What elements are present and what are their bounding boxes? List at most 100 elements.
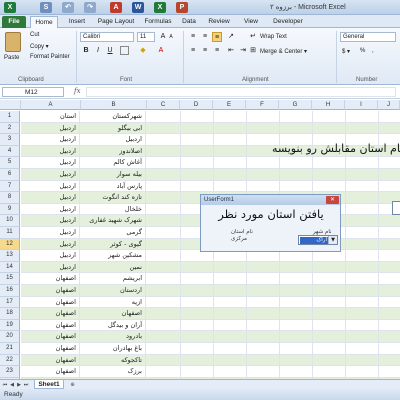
cut-button[interactable]: Cut (30, 32, 39, 38)
column-header[interactable]: H (312, 100, 345, 110)
tab-page-layout[interactable]: Page Layout (94, 16, 138, 28)
excel-app-icon[interactable]: X (154, 2, 166, 13)
row-header[interactable]: 19 (0, 319, 20, 332)
row-header[interactable]: 20 (0, 331, 20, 343)
column-header[interactable]: A (21, 100, 81, 110)
row-header[interactable]: 12 (0, 238, 20, 251)
cell-province[interactable]: اردبیل (21, 122, 80, 134)
save-icon[interactable]: S (40, 2, 52, 13)
insert-sheet-icon[interactable]: ⊕ (68, 381, 77, 389)
undo-icon[interactable]: ↶ (62, 2, 74, 13)
align-left-icon[interactable]: ≡ (188, 46, 198, 56)
cell-city[interactable]: برزک (81, 366, 146, 377)
copy-button[interactable]: Copy ▾ (30, 43, 49, 50)
cell-province[interactable]: اصفهان (21, 354, 80, 366)
shrink-font-button[interactable]: A (166, 32, 176, 42)
row-header[interactable]: 13 (0, 250, 20, 262)
row-header[interactable]: 1 (0, 111, 20, 123)
column-header[interactable]: B (81, 100, 147, 110)
cell-city[interactable]: شهرکستان (81, 111, 146, 122)
cell-province[interactable]: اصفهان (21, 308, 80, 319)
cell-city[interactable]: ازیه (81, 296, 146, 308)
cell-province[interactable]: استان (21, 111, 80, 122)
chevron-down-icon[interactable]: ▼ (328, 236, 337, 244)
row-header[interactable]: 18 (0, 308, 20, 320)
city-combobox[interactable]: اراک ▼ (298, 235, 338, 245)
row-header[interactable]: 14 (0, 261, 20, 274)
column-header[interactable]: C (147, 100, 180, 110)
tab-sheet1[interactable]: Sheet1 (34, 380, 64, 389)
excel-icon[interactable]: X (4, 2, 16, 13)
font-color-icon[interactable]: A (156, 46, 166, 56)
paste-icon[interactable] (5, 32, 21, 52)
column-header[interactable]: D (180, 100, 213, 110)
cell-city[interactable]: شهرک شهید غفاری (81, 215, 146, 226)
row-header[interactable]: 7 (0, 180, 20, 193)
cell-province[interactable]: اردبیل (21, 157, 80, 168)
prev-sheet-icon[interactable]: ◀ (9, 381, 15, 389)
decrease-indent-icon[interactable]: ⇤ (226, 46, 236, 56)
cell-province[interactable]: اصفهان (21, 296, 80, 308)
row-header[interactable]: 10 (0, 215, 20, 227)
wrap-text-button[interactable]: Wrap Text (260, 34, 287, 40)
cell-province[interactable]: اردبیل (21, 215, 80, 226)
align-top-icon[interactable]: ≡ (188, 32, 198, 42)
fx-icon[interactable]: fx (74, 87, 81, 95)
word-icon[interactable]: W (132, 2, 144, 13)
increase-indent-icon[interactable]: ⇥ (238, 46, 248, 56)
powerpoint-icon[interactable]: P (176, 2, 188, 13)
orientation-icon[interactable]: ↗ (226, 32, 236, 42)
sheet-textbox[interactable] (392, 201, 400, 215)
tab-home[interactable]: Home (30, 16, 58, 28)
cell-province[interactable]: اصفهان (21, 273, 80, 284)
cell-province[interactable]: اردبیل (21, 145, 80, 157)
cell-province[interactable]: اردبیل (21, 250, 80, 261)
cell-city[interactable]: اردستان (81, 285, 146, 296)
borders-icon[interactable] (120, 46, 129, 55)
align-center-icon[interactable]: ≡ (200, 46, 210, 56)
font-name-select[interactable]: Calibri (80, 32, 134, 42)
tab-file[interactable]: File (2, 16, 26, 28)
cell-city[interactable]: پارس آباد (81, 180, 146, 192)
next-sheet-icon[interactable]: ▶ (16, 381, 22, 389)
row-header[interactable]: 2 (0, 122, 20, 135)
currency-button[interactable]: $ ▾ (342, 48, 350, 55)
cell-city[interactable]: ابی بیگلو (81, 122, 146, 134)
cell-province[interactable]: اردبیل (21, 227, 80, 238)
tab-insert[interactable]: Insert (62, 16, 92, 28)
cell-province[interactable]: اردبیل (21, 203, 80, 215)
row-header[interactable]: 9 (0, 203, 20, 216)
acrobat-icon[interactable]: A (110, 2, 122, 13)
row-header[interactable]: 23 (0, 366, 20, 378)
cell-city[interactable]: گرمی (81, 227, 146, 238)
cell-city[interactable]: تازه کند انگوت (81, 192, 146, 203)
cell-province[interactable]: اردبیل (21, 134, 80, 145)
cell-city[interactable]: آغاش کالم (81, 157, 146, 168)
cell-province[interactable]: اصفهان (21, 366, 80, 377)
row-header[interactable]: 3 (0, 134, 20, 146)
select-all-corner[interactable] (0, 100, 21, 110)
row-header[interactable]: 4 (0, 145, 20, 158)
row-header[interactable]: 21 (0, 343, 20, 355)
cell-province[interactable]: اصفهان (21, 285, 80, 296)
cell-city[interactable]: آران و بیدگل (81, 319, 146, 331)
align-bottom-icon[interactable]: ≡ (212, 32, 222, 42)
last-sheet-icon[interactable]: ⏭ (23, 381, 29, 389)
cell-province[interactable]: اردبیل (21, 192, 80, 203)
merge-center-button[interactable]: Merge & Center ▾ (260, 48, 307, 55)
column-header[interactable]: F (246, 100, 279, 110)
underline-button[interactable]: U (105, 46, 115, 56)
cell-province[interactable]: اصفهان (21, 319, 80, 331)
cell-city[interactable]: خلخال (81, 203, 146, 215)
row-header[interactable]: 6 (0, 169, 20, 181)
name-box[interactable]: M12 (2, 87, 64, 97)
cell-city[interactable]: بادرود (81, 331, 146, 342)
paste-button[interactable]: Paste (4, 55, 19, 61)
cell-province[interactable]: اصفهان (21, 331, 80, 342)
column-header[interactable]: E (213, 100, 246, 110)
cell-city[interactable]: اصفهان (81, 308, 146, 319)
formula-input[interactable] (86, 87, 396, 97)
redo-icon[interactable]: ↷ (84, 2, 96, 13)
tab-data[interactable]: Data (178, 16, 200, 28)
column-header[interactable]: I (345, 100, 378, 110)
